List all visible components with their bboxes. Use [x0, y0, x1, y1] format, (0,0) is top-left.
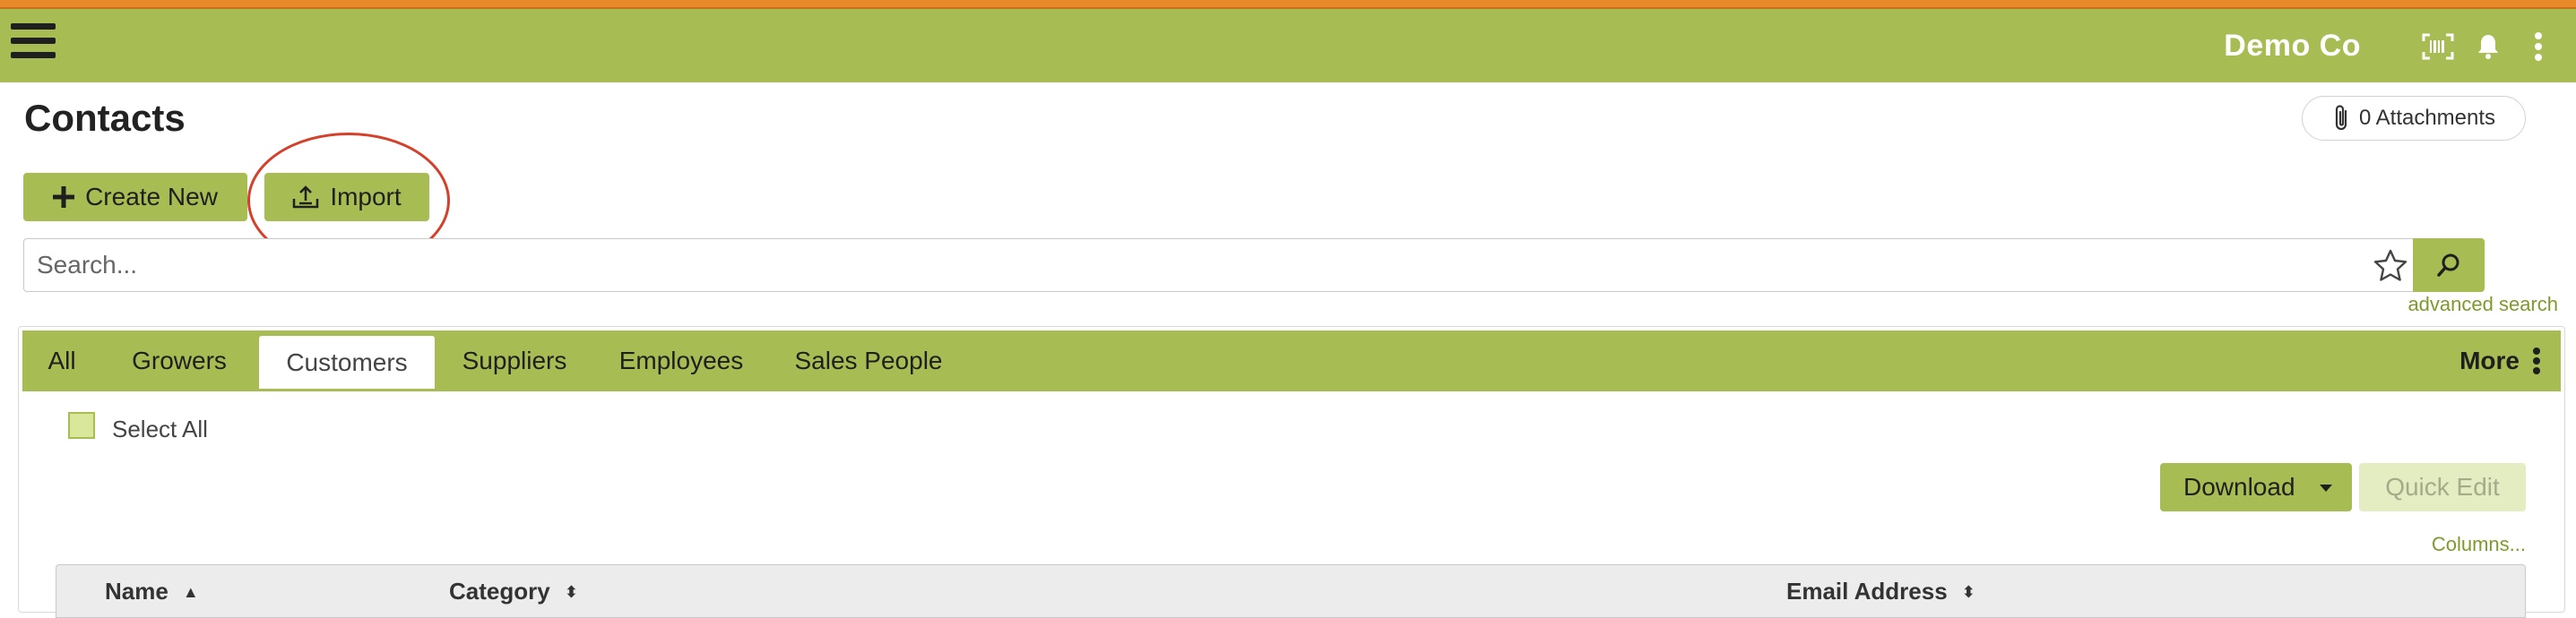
- download-label: Download: [2183, 473, 2295, 501]
- search-icon: [2437, 253, 2459, 277]
- quick-edit-button[interactable]: Quick Edit: [2359, 463, 2526, 511]
- plus-icon: [53, 186, 75, 208]
- tab-suppliers[interactable]: Suppliers: [435, 330, 594, 391]
- sort-icon: ⬍: [564, 582, 578, 601]
- search-bar: [23, 238, 2485, 292]
- columns-link[interactable]: Columns...: [2432, 533, 2526, 556]
- search-input[interactable]: [24, 239, 2426, 291]
- more-label: More: [2459, 347, 2520, 374]
- select-all-checkbox[interactable]: [68, 412, 95, 439]
- create-new-button[interactable]: Create New: [23, 173, 247, 221]
- caret-down-icon: [2320, 485, 2332, 492]
- more-vertical-icon[interactable]: [2520, 29, 2556, 64]
- star-icon[interactable]: [2373, 248, 2408, 284]
- menu-icon[interactable]: [11, 23, 56, 66]
- more-tabs-button[interactable]: More: [2459, 330, 2541, 391]
- attachments-label: 0 Attachments: [2358, 106, 2496, 130]
- table-header: Name ▲ Category ⬍ Email Address ⬍: [56, 564, 2526, 618]
- paperclip-icon: [2335, 105, 2347, 131]
- bell-icon[interactable]: [2470, 29, 2506, 64]
- top-accent-stripe: [0, 0, 2576, 9]
- tab-sales-people[interactable]: Sales People: [768, 330, 969, 391]
- sort-asc-icon: ▲: [182, 582, 199, 601]
- tab-all[interactable]: All: [22, 330, 101, 391]
- column-header-email-label: Email Address: [1786, 578, 1948, 605]
- sort-icon: ⬍: [1961, 582, 1975, 601]
- column-header-category-label: Category: [449, 578, 550, 605]
- barcode-scan-icon[interactable]: [2420, 29, 2456, 64]
- more-vertical-icon: [2533, 348, 2540, 374]
- select-all-label[interactable]: Select All: [112, 416, 208, 443]
- page-title: Contacts: [24, 97, 186, 139]
- tab-employees[interactable]: Employees: [594, 330, 768, 391]
- top-navigation-bar: Demo Co: [0, 9, 2576, 82]
- advanced-search-link[interactable]: advanced search: [2407, 293, 2558, 316]
- download-button[interactable]: Download: [2160, 463, 2352, 511]
- category-tabs: All Growers Customers Suppliers Employee…: [22, 330, 2561, 391]
- company-name[interactable]: Demo Co: [2224, 29, 2361, 64]
- attachments-button[interactable]: 0 Attachments: [2302, 96, 2526, 141]
- column-header-name[interactable]: Name ▲: [105, 578, 199, 605]
- tab-customers[interactable]: Customers: [259, 336, 435, 391]
- column-header-email[interactable]: Email Address ⬍: [1786, 578, 1975, 605]
- tab-growers[interactable]: Growers: [101, 330, 257, 391]
- column-header-name-label: Name: [105, 578, 169, 605]
- create-new-label: Create New: [85, 183, 218, 210]
- search-button[interactable]: [2413, 238, 2485, 292]
- column-header-category[interactable]: Category ⬍: [449, 578, 578, 605]
